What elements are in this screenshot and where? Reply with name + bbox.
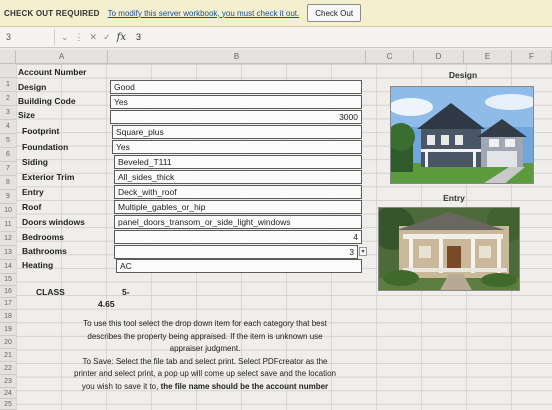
heating-label: Heating [22, 260, 54, 270]
cancel-icon[interactable]: ✕ [90, 32, 98, 43]
design-label: Design [18, 82, 47, 92]
design-title: Design [448, 70, 478, 80]
checkout-message-link[interactable]: To modify this server workbook, you must… [108, 9, 300, 18]
exterior-trim-value[interactable]: All_sides_thick [114, 170, 362, 184]
formula-bar: 3 ⌄ ⋮ ✕ ✓ fx 3 [0, 27, 552, 48]
row-header[interactable]: 7 [0, 162, 16, 176]
column-header-d[interactable]: D [414, 50, 464, 64]
row-header[interactable]: 22 [0, 362, 16, 375]
footprint-label: Footprint [22, 126, 60, 136]
check-out-button[interactable]: Check Out [307, 4, 362, 22]
row-header[interactable]: 24 [0, 388, 16, 399]
row-header[interactable]: 2 [0, 92, 16, 106]
row-header[interactable] [0, 64, 16, 78]
column-header-c[interactable]: C [366, 50, 414, 64]
bathrooms-label: Bathrooms [22, 246, 67, 256]
entry-title: Entry [443, 193, 465, 203]
row-header[interactable]: 4 [0, 120, 16, 134]
column-header-f[interactable]: F [512, 50, 552, 64]
chevron-down-icon[interactable]: ⌄ [61, 32, 69, 43]
size-label: Size [18, 110, 36, 120]
row-header[interactable]: 8 [0, 176, 16, 190]
enter-check-icon[interactable]: ✓ [103, 32, 111, 43]
siding-value[interactable]: Beveled_T111 [114, 155, 362, 169]
entry-value[interactable]: Deck_with_roof [114, 185, 362, 199]
row-header[interactable]: 14 [0, 260, 16, 274]
row-header[interactable]: 3 [0, 106, 16, 120]
formula-tools: ⌄ ⋮ ✕ ✓ fx [55, 32, 132, 43]
instruction-line: describes the property being appraised. … [87, 331, 323, 341]
class-value: 5- [122, 287, 130, 297]
instruction-text: you wish to save it to, [81, 381, 161, 391]
row-header[interactable]: 21 [0, 349, 16, 362]
row-header[interactable]: 15 [0, 274, 16, 286]
row-header[interactable]: 16 [0, 286, 16, 298]
row-header[interactable]: 6 [0, 148, 16, 162]
entry-house-photo [378, 207, 520, 291]
foundation-label: Foundation [22, 142, 69, 152]
entry-label: Entry [22, 187, 44, 197]
row-header[interactable]: 10 [0, 204, 16, 218]
account-number-label: Account Number [18, 67, 87, 77]
row-header[interactable]: 9 [0, 190, 16, 204]
instruction-line: To Save: Select the file tab and select … [82, 356, 328, 366]
row-header[interactable]: 20 [0, 336, 16, 349]
doors-windows-value[interactable]: panel_doors_transom_or_side_light_window… [114, 215, 362, 229]
more-options-icon: ⋮ [74, 31, 84, 42]
siding-label: Siding [22, 157, 48, 167]
name-box[interactable]: 3 [0, 29, 55, 45]
row-header[interactable]: 25 [0, 399, 16, 410]
bedrooms-label: Bedrooms [22, 232, 65, 242]
row-header[interactable]: 18 [0, 310, 16, 323]
instruction-line: you wish to save it to, the file name sh… [40, 381, 370, 394]
dropdown-arrow-icon[interactable]: ▾ [359, 247, 367, 256]
fx-icon[interactable]: fx [117, 32, 126, 43]
column-header-e[interactable]: E [464, 50, 512, 64]
size-value[interactable]: 3000 [110, 110, 362, 124]
footprint-value[interactable]: Square_plus [112, 125, 362, 139]
bedrooms-value[interactable]: 4 [114, 230, 362, 244]
column-header-a[interactable]: A [16, 50, 108, 64]
row-header[interactable]: 23 [0, 375, 16, 388]
instruction-line: printer and select print, a pop up will … [74, 369, 336, 379]
roof-label: Roof [22, 202, 42, 212]
roof-value[interactable]: Multiple_gables_or_hip [114, 200, 362, 214]
row-header[interactable]: 1 [0, 78, 16, 92]
row-header[interactable]: 19 [0, 323, 16, 336]
exterior-trim-label: Exterior Trim [22, 172, 75, 182]
design-house-photo [390, 86, 534, 184]
instructions-text: To use this tool select the drop down it… [40, 318, 370, 394]
column-header-b[interactable]: B [108, 50, 366, 64]
instruction-emphasis: the file name should be the account numb… [160, 381, 329, 391]
excel-window: CHECK OUT REQUIRED To modify this server… [0, 0, 552, 410]
design-value[interactable]: Good [110, 80, 362, 94]
name-box-value: 3 [6, 32, 12, 42]
row-header[interactable]: 5 [0, 134, 16, 148]
instruction-line: To use this tool select the drop down it… [83, 319, 327, 328]
building-code-value[interactable]: Yes [110, 95, 362, 109]
building-code-label: Building Code [18, 96, 76, 106]
row-header[interactable]: 13 [0, 246, 16, 260]
score-value: 4.65 [98, 299, 115, 309]
row-header[interactable]: 11 [0, 218, 16, 232]
row-header[interactable]: 17 [0, 298, 16, 310]
doors-windows-label: Doors windows [22, 217, 85, 227]
foundation-value[interactable]: Yes [112, 140, 362, 154]
bathrooms-value[interactable]: 3 [114, 245, 358, 259]
checkout-status: CHECK OUT REQUIRED [4, 8, 100, 18]
instruction-line: appraiser judgment. [169, 344, 241, 354]
formula-input[interactable]: 3 [136, 32, 141, 42]
checkout-banner: CHECK OUT REQUIRED To modify this server… [0, 0, 552, 27]
heating-value[interactable]: AC [116, 259, 362, 273]
select-all-corner[interactable] [0, 50, 16, 64]
class-label: CLASS [36, 287, 65, 297]
row-header[interactable]: 12 [0, 232, 16, 246]
